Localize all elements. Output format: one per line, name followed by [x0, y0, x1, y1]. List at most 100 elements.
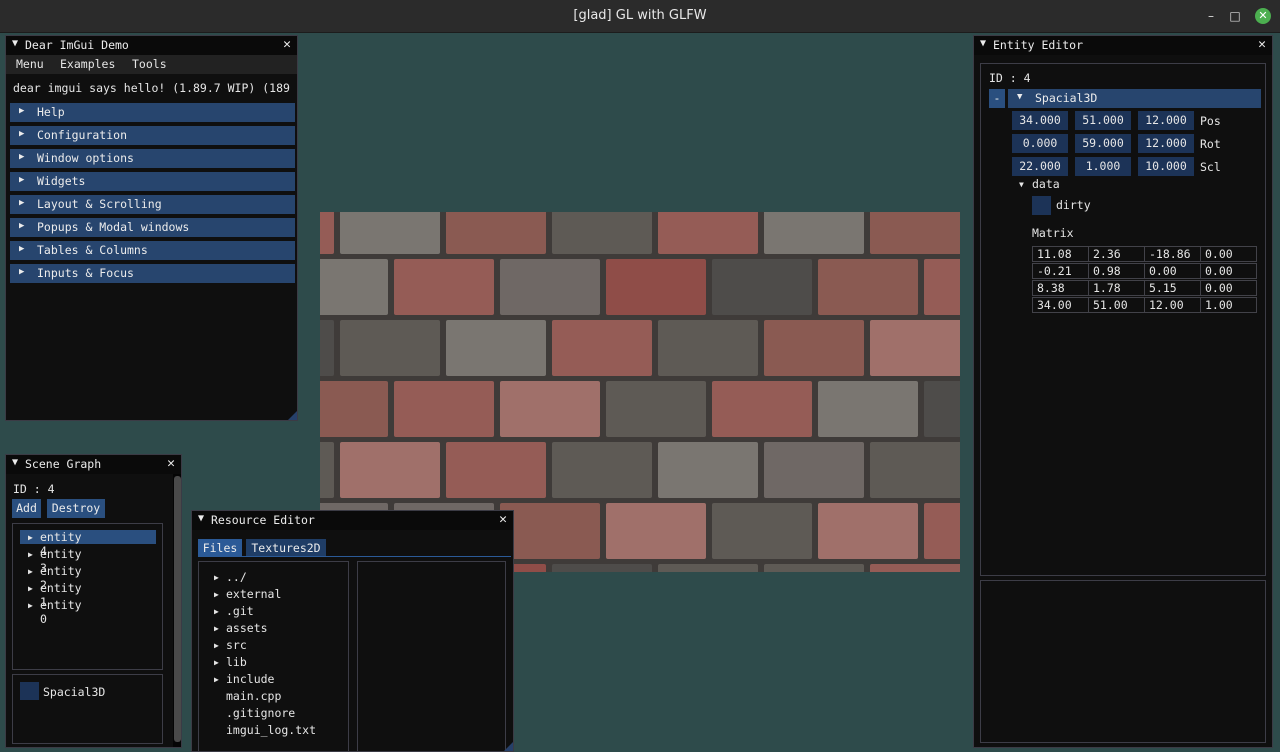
- scroll-thumb[interactable]: [174, 476, 181, 742]
- file-tree[interactable]: ▶ ../ ▶ external ▶ .git ▶ assets ▶ src ▶ lib ▶ includ…: [198, 561, 349, 751]
- close-icon[interactable]: ✕: [167, 456, 175, 471]
- component-swatch[interactable]: [20, 682, 39, 700]
- section-header[interactable]: ▶ Popups & Modal windows: [10, 218, 295, 237]
- collapse-arrow-icon[interactable]: ▼: [12, 38, 18, 49]
- resize-grip[interactable]: [288, 411, 297, 420]
- brick-tile: [764, 442, 864, 498]
- resource-titlebar[interactable]: ▼ Resource Editor ✕: [192, 511, 513, 530]
- section-header[interactable]: ▶ Help: [10, 103, 295, 122]
- entity-title: Entity Editor: [993, 38, 1084, 52]
- transform-value-field[interactable]: 34.000: [1012, 111, 1068, 130]
- demo-titlebar[interactable]: ▼ Dear ImGui Demo ✕: [6, 36, 297, 55]
- menu-item-examples[interactable]: Examples: [60, 57, 115, 71]
- demo-window[interactable]: ▼ Dear ImGui Demo ✕ Menu Examples Tools …: [5, 35, 298, 421]
- section-label: Help: [37, 105, 65, 119]
- scene-graph-window[interactable]: ▼ Scene Graph ✕ ID : 4 Add Destroy ▶ enti…: [5, 454, 182, 748]
- tab-files[interactable]: Files: [198, 539, 242, 557]
- brick-tile: [394, 381, 494, 437]
- entity-id-label: ID : 4: [989, 71, 1031, 85]
- remove-component-button[interactable]: -: [989, 89, 1005, 108]
- section-label: Popups & Modal windows: [37, 220, 190, 234]
- brick-tile: [658, 442, 758, 498]
- matrix-cell: 34.00: [1032, 297, 1089, 313]
- entity-properties-frame: ID : 4 - ▼ Spacial3D 34.000 51.000 12.000 P…: [980, 63, 1266, 576]
- matrix-cell: 0.00: [1144, 263, 1201, 279]
- transform-value-field[interactable]: 10.000: [1138, 157, 1194, 176]
- expand-arrow-icon: ▶: [19, 175, 25, 185]
- transform-value-field[interactable]: 1.000: [1075, 157, 1131, 176]
- collapse-arrow-icon[interactable]: ▼: [198, 513, 204, 524]
- transform-value-field[interactable]: 12.000: [1138, 111, 1194, 130]
- brick-tile: [924, 259, 960, 315]
- expand-arrow-icon: ▶: [19, 198, 25, 208]
- section-header[interactable]: ▶ Layout & Scrolling: [10, 195, 295, 214]
- tab-underline: [198, 556, 511, 557]
- entity-list[interactable]: ▶ entity 4 ▶ entity 3 ▶ entity 2 ▶ entity 1 ▶ ent…: [12, 523, 163, 670]
- file-label: ../: [226, 570, 247, 584]
- matrix-cell: 0.00: [1200, 280, 1257, 296]
- expand-arrow-icon: ▶: [28, 601, 33, 610]
- scene-scrollbar[interactable]: [173, 474, 181, 747]
- hello-text: dear imgui says hello! (1.89.7 WIP) (189: [13, 81, 290, 95]
- collapse-arrow-icon[interactable]: ▼: [980, 38, 986, 49]
- transform-value-field[interactable]: 59.000: [1075, 134, 1131, 153]
- brick-tile: [764, 212, 864, 254]
- menu-item-menu[interactable]: Menu: [16, 57, 44, 71]
- resize-grip[interactable]: [504, 742, 513, 751]
- brick-tile: [446, 320, 546, 376]
- scene-titlebar[interactable]: ▼ Scene Graph ✕: [6, 455, 181, 474]
- brick-tile: [320, 259, 388, 315]
- section-header[interactable]: ▶ Inputs & Focus: [10, 264, 295, 283]
- data-tree-arrow-icon[interactable]: ▼: [1019, 180, 1024, 189]
- section-label: Window options: [37, 151, 134, 165]
- section-header[interactable]: ▶ Widgets: [10, 172, 295, 191]
- brick-tile: [320, 381, 388, 437]
- resource-editor-window[interactable]: ▼ Resource Editor ✕ Files Textures2D ▶..…: [191, 510, 514, 752]
- file-label: lib: [226, 655, 247, 669]
- brick-tile: [340, 320, 440, 376]
- brick-tile: [606, 503, 706, 559]
- tab-textures2d[interactable]: Textures2D: [246, 539, 326, 557]
- brick-tile: [320, 320, 334, 376]
- matrix-cell: -0.21: [1032, 263, 1089, 279]
- brick-tile: [320, 212, 334, 254]
- entity-titlebar[interactable]: ▼ Entity Editor ✕: [974, 36, 1272, 55]
- close-icon[interactable]: ✕: [1255, 8, 1271, 24]
- brick-tile: [446, 442, 546, 498]
- component-list[interactable]: Spacial3D: [12, 674, 163, 744]
- entity-editor-window[interactable]: ▼ Entity Editor ✕ ID : 4 - ▼ Spacial3D 3…: [973, 35, 1273, 748]
- matrix-label: Matrix: [1032, 226, 1074, 240]
- data-tree-label[interactable]: data: [1032, 177, 1060, 191]
- expand-arrow-icon: ▼: [1017, 92, 1023, 102]
- expand-arrow-icon: ▶: [28, 567, 33, 576]
- dirty-checkbox[interactable]: [1032, 196, 1051, 215]
- collapse-arrow-icon[interactable]: ▼: [12, 457, 18, 468]
- maximize-icon[interactable]: □: [1228, 9, 1242, 23]
- brick-tile: [924, 503, 960, 559]
- brick-tile: [606, 381, 706, 437]
- matrix-cell: 0.00: [1200, 263, 1257, 279]
- transform-value-field[interactable]: 0.000: [1012, 134, 1068, 153]
- close-icon[interactable]: ✕: [283, 37, 291, 52]
- add-button[interactable]: Add: [12, 499, 41, 518]
- close-icon[interactable]: ✕: [1258, 37, 1266, 52]
- transform-value-field[interactable]: 51.000: [1075, 111, 1131, 130]
- component-spacial3d[interactable]: Spacial3D: [43, 685, 105, 699]
- brick-tile: [552, 320, 652, 376]
- brick-tile: [870, 442, 960, 498]
- section-header[interactable]: ▶ Window options: [10, 149, 295, 168]
- section-header[interactable]: ▶ Configuration: [10, 126, 295, 145]
- section-header[interactable]: ▶ Tables & Columns: [10, 241, 295, 260]
- destroy-button[interactable]: Destroy: [47, 499, 105, 518]
- minimize-icon[interactable]: –: [1204, 9, 1218, 23]
- brick-tile: [500, 503, 600, 559]
- close-icon[interactable]: ✕: [499, 512, 507, 527]
- section-label: Tables & Columns: [37, 243, 148, 257]
- transform-value-field[interactable]: 22.000: [1012, 157, 1068, 176]
- spacial3d-header[interactable]: ▼ Spacial3D: [1008, 89, 1261, 108]
- brick-tile: [606, 259, 706, 315]
- scene-title: Scene Graph: [25, 457, 102, 471]
- transform-value-field[interactable]: 12.000: [1138, 134, 1194, 153]
- matrix-cell: 1.78: [1088, 280, 1145, 296]
- menu-item-tools[interactable]: Tools: [132, 57, 167, 71]
